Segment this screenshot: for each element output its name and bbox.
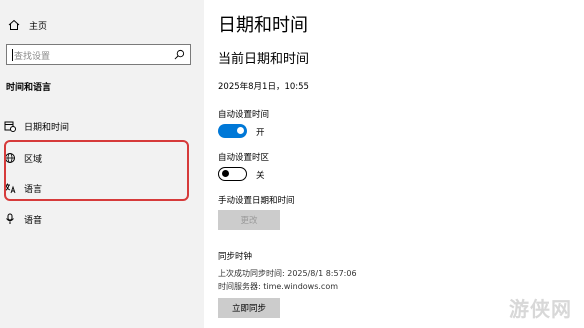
change-button[interactable]: 更改	[218, 210, 280, 230]
sidebar: 主页 查找设置 时间和语言 日期和时间 区域 语言 语音	[0, 0, 204, 328]
current-datetime: 2025年8月1日，10:55	[218, 82, 309, 92]
auto-time-state: 开	[256, 128, 265, 138]
auto-timezone-state: 关	[256, 171, 265, 181]
sidebar-item-label: 日期和时间	[24, 122, 70, 133]
home-nav-item[interactable]: 主页	[8, 17, 47, 33]
toggle-knob	[237, 127, 244, 134]
search-placeholder: 查找设置	[14, 52, 51, 62]
watermark-logo: 游侠网	[509, 293, 572, 322]
page-title: 日期和时间	[218, 15, 308, 36]
calendar-clock-icon	[4, 121, 16, 132]
toggle-knob	[222, 170, 229, 177]
last-sync-text: 上次成功同步时间: 2025/8/1 8:57:06	[218, 269, 357, 278]
sidebar-item-date-time[interactable]: 日期和时间	[4, 117, 69, 135]
auto-time-toggle[interactable]	[218, 124, 247, 138]
sidebar-item-label: 语音	[24, 215, 43, 226]
sidebar-item-speech[interactable]: 语音	[4, 210, 42, 228]
sync-now-button[interactable]: 立即同步	[218, 298, 280, 318]
home-icon	[8, 19, 20, 30]
text-caret	[12, 49, 13, 61]
manual-datetime-label: 手动设置日期和时间	[218, 196, 295, 206]
time-server-text: 时间服务器: time.windows.com	[218, 282, 339, 291]
search-input[interactable]: 查找设置	[6, 44, 191, 65]
auto-timezone-toggle[interactable]	[218, 167, 247, 181]
watermark-text: 游侠网	[509, 297, 572, 321]
main-panel: 日期和时间 当前日期和时间 2025年8月1日，10:55 自动设置时间 开 自…	[204, 0, 584, 328]
home-label: 主页	[29, 21, 48, 32]
sync-clock-label: 同步时钟	[218, 252, 253, 262]
search-icon[interactable]	[174, 49, 185, 60]
auto-time-label: 自动设置时间	[218, 110, 270, 120]
section-title: 时间和语言	[6, 83, 52, 93]
highlight-annotation-box	[4, 140, 189, 201]
section-subtitle: 当前日期和时间	[218, 52, 310, 67]
auto-timezone-label: 自动设置时区	[218, 153, 270, 163]
microphone-icon	[6, 213, 14, 224]
